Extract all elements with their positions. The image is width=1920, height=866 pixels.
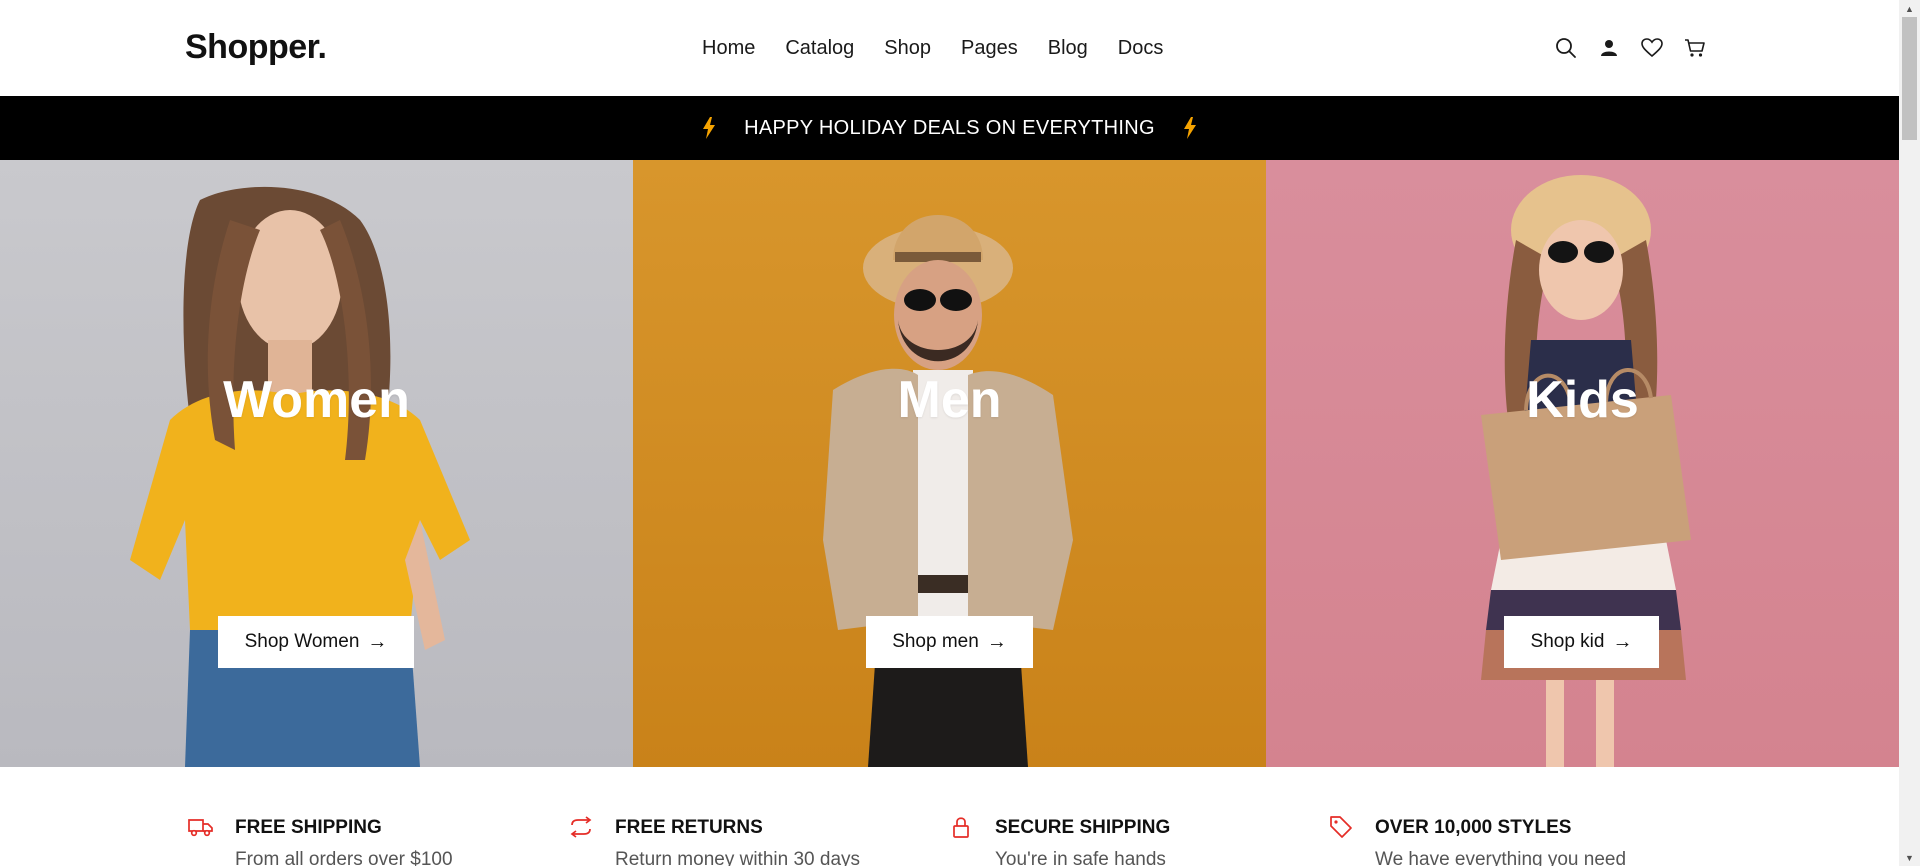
scrollbar-thumb[interactable] xyxy=(1902,17,1917,140)
site-header: Shopper. Home Catalog Shop Pages Blog Do… xyxy=(0,0,1899,96)
shop-kids-button[interactable]: Shop kid → xyxy=(1504,616,1659,668)
hero-panel-kids[interactable]: Kids Shop kid → xyxy=(1266,160,1899,767)
nav-home[interactable]: Home xyxy=(702,36,755,60)
promo-bar: HAPPY HOLIDAY DEALS ON EVERYTHING xyxy=(0,96,1899,160)
shop-women-button[interactable]: Shop Women → xyxy=(218,616,414,668)
feature-title: FREE RETURNS xyxy=(615,817,763,838)
feature-title: SECURE SHIPPING xyxy=(995,817,1171,838)
panel-title-men: Men xyxy=(897,371,1002,429)
panel-title-kids: Kids xyxy=(1526,371,1639,429)
promo-text: HAPPY HOLIDAY DEALS ON EVERYTHING xyxy=(744,116,1155,139)
brand-logo[interactable]: Shopper. xyxy=(185,28,327,67)
panel-title-women: Women xyxy=(223,371,410,429)
kids-photo xyxy=(1481,175,1691,767)
truck-icon xyxy=(188,814,214,840)
nav-catalog[interactable]: Catalog xyxy=(785,36,854,60)
shop-women-label: Shop Women xyxy=(244,631,360,652)
nav-docs[interactable]: Docs xyxy=(1118,36,1164,60)
shop-kids-label: Shop kid xyxy=(1530,631,1605,652)
header-actions xyxy=(1554,36,1707,60)
nav-pages[interactable]: Pages xyxy=(961,36,1018,60)
lock-icon xyxy=(948,814,974,840)
tag-icon xyxy=(1328,814,1354,840)
heart-icon[interactable] xyxy=(1640,36,1664,60)
feature-title: FREE SHIPPING xyxy=(235,817,382,838)
nav-shop[interactable]: Shop xyxy=(884,36,931,60)
shop-men-label: Shop men xyxy=(892,631,979,652)
arrow-right-icon: → xyxy=(367,630,388,653)
viewport: Shopper. Home Catalog Shop Pages Blog Do… xyxy=(0,0,1899,866)
user-icon[interactable] xyxy=(1597,36,1621,60)
lightning-icon xyxy=(699,116,719,140)
feature-subtitle: We have everything you need xyxy=(1375,849,1627,866)
scroll-down-icon[interactable]: ▼ xyxy=(1899,849,1920,866)
main-nav: Home Catalog Shop Pages Blog Docs xyxy=(702,36,1193,60)
arrow-right-icon: → xyxy=(986,630,1007,653)
hero-panel-men[interactable]: Men Shop men → xyxy=(633,160,1266,767)
feature-title: OVER 10,000 STYLES xyxy=(1375,817,1572,838)
women-photo xyxy=(130,186,470,767)
men-photo xyxy=(823,215,1073,767)
features-strip: FREE SHIPPING From all orders over $100 … xyxy=(0,767,1899,866)
feature-subtitle: You're in safe hands xyxy=(995,849,1166,866)
hero-categories: Women Shop Women → Men Shop men → Kids S… xyxy=(0,160,1899,767)
search-icon[interactable] xyxy=(1554,36,1578,60)
returns-icon xyxy=(568,814,594,840)
arrow-right-icon: → xyxy=(1612,630,1633,653)
hero-panel-women[interactable]: Women Shop Women → xyxy=(0,160,633,767)
scroll-up-icon[interactable]: ▲ xyxy=(1899,0,1920,17)
cart-icon[interactable] xyxy=(1683,36,1707,60)
nav-blog[interactable]: Blog xyxy=(1048,36,1088,60)
shop-men-button[interactable]: Shop men → xyxy=(866,616,1033,668)
page: Shopper. Home Catalog Shop Pages Blog Do… xyxy=(0,0,1920,866)
vertical-scrollbar[interactable]: ▲ ▼ xyxy=(1899,0,1920,866)
feature-subtitle: From all orders over $100 xyxy=(235,849,453,866)
lightning-icon xyxy=(1180,116,1200,140)
feature-subtitle: Return money within 30 days xyxy=(615,849,861,866)
